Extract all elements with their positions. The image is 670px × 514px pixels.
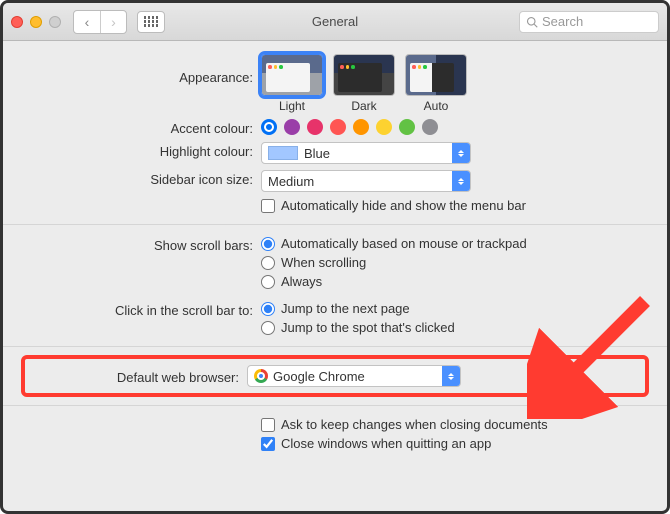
- appearance-label: Appearance:: [23, 54, 261, 85]
- default-browser-highlight: Default web browser: Google Chrome: [21, 355, 649, 397]
- default-browser-value: Google Chrome: [273, 369, 365, 384]
- separator: [3, 346, 667, 347]
- chevron-updown-icon: [452, 171, 470, 191]
- highlight-select[interactable]: Blue: [261, 142, 471, 164]
- appearance-dark-label: Dark: [351, 99, 376, 113]
- default-browser-label: Default web browser:: [33, 368, 247, 385]
- highlight-swatch: [268, 146, 298, 160]
- grid-icon: [144, 16, 159, 27]
- highlight-label: Highlight colour:: [23, 142, 261, 159]
- jump-next-radio[interactable]: Jump to the next page: [261, 301, 647, 316]
- back-button[interactable]: ‹: [74, 11, 100, 33]
- appearance-options: Light Dark Auto: [261, 54, 647, 113]
- scroll-bars-label: Show scroll bars:: [23, 236, 261, 253]
- auto-hide-menubar-checkbox[interactable]: Automatically hide and show the menu bar: [261, 198, 647, 213]
- appearance-auto[interactable]: Auto: [405, 54, 467, 113]
- accent-color-picker: [261, 119, 647, 135]
- show-all-button[interactable]: [137, 11, 165, 33]
- chevron-updown-icon: [442, 366, 460, 386]
- scroll-auto-radio[interactable]: Automatically based on mouse or trackpad: [261, 236, 647, 251]
- click-scroll-label: Click in the scroll bar to:: [23, 301, 261, 318]
- accent-label: Accent colour:: [23, 119, 261, 136]
- jump-spot-radio[interactable]: Jump to the spot that's clicked: [261, 320, 647, 335]
- auto-hide-menubar-label: Automatically hide and show the menu bar: [281, 198, 526, 213]
- zoom-window-button: [49, 16, 61, 28]
- default-browser-select[interactable]: Google Chrome: [247, 365, 461, 387]
- accent-green[interactable]: [399, 119, 415, 135]
- appearance-light-label: Light: [279, 99, 305, 113]
- appearance-auto-label: Auto: [424, 99, 449, 113]
- search-icon: [526, 16, 538, 28]
- ask-changes-checkbox[interactable]: Ask to keep changes when closing documen…: [261, 417, 647, 432]
- sidebar-size-label: Sidebar icon size:: [23, 170, 261, 187]
- separator: [3, 405, 667, 406]
- accent-pink[interactable]: [307, 119, 323, 135]
- scroll-when-radio[interactable]: When scrolling: [261, 255, 647, 270]
- accent-red[interactable]: [330, 119, 346, 135]
- search-field[interactable]: Search: [519, 11, 659, 33]
- separator: [3, 224, 667, 225]
- forward-button: ›: [100, 11, 126, 33]
- chevron-updown-icon: [452, 143, 470, 163]
- content-area: Appearance: Light Dark Auto: [3, 41, 667, 454]
- accent-yellow[interactable]: [376, 119, 392, 135]
- close-window-button[interactable]: [11, 16, 23, 28]
- accent-purple[interactable]: [284, 119, 300, 135]
- appearance-light[interactable]: Light: [261, 54, 323, 113]
- window-controls: [11, 16, 61, 28]
- auto-hide-menubar-input[interactable]: [261, 199, 275, 213]
- accent-blue[interactable]: [261, 119, 277, 135]
- general-preferences-window: ‹ › General Search Appearance: Light: [0, 0, 670, 514]
- scroll-always-radio[interactable]: Always: [261, 274, 647, 289]
- minimize-window-button[interactable]: [30, 16, 42, 28]
- close-windows-checkbox[interactable]: Close windows when quitting an app: [261, 436, 647, 451]
- accent-graphite[interactable]: [422, 119, 438, 135]
- appearance-dark[interactable]: Dark: [333, 54, 395, 113]
- nav-buttons: ‹ ›: [73, 10, 127, 34]
- sidebar-size-select[interactable]: Medium: [261, 170, 471, 192]
- sidebar-size-value: Medium: [268, 174, 314, 189]
- titlebar: ‹ › General Search: [3, 3, 667, 41]
- chrome-icon: [254, 369, 268, 383]
- accent-orange[interactable]: [353, 119, 369, 135]
- highlight-value: Blue: [304, 146, 330, 161]
- search-placeholder: Search: [542, 14, 583, 29]
